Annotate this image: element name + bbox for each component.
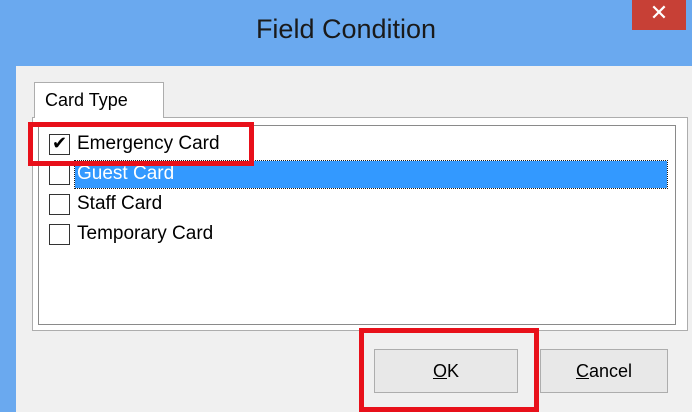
list-item-temporary-card[interactable]: Temporary Card: [39, 220, 675, 250]
annotation-box-emergency: [28, 122, 254, 166]
field-condition-dialog: Field Condition ✕ Card Type ✔ Emergency …: [0, 0, 692, 412]
dialog-body: Card Type ✔ Emergency Card Guest Card St…: [16, 66, 692, 412]
staff-card-checkbox[interactable]: [49, 194, 70, 215]
cancel-mnemonic: C: [575, 361, 589, 381]
list-item-staff-card[interactable]: Staff Card: [39, 190, 675, 220]
guest-card-checkbox[interactable]: [49, 164, 70, 185]
cancel-label-rest: ancel: [588, 361, 633, 381]
tab-card-type[interactable]: Card Type: [34, 82, 164, 118]
cancel-button[interactable]: Cancel: [540, 349, 668, 393]
title-bar[interactable]: Field Condition ✕: [0, 0, 692, 66]
list-item-label: Guest Card: [77, 163, 175, 184]
list-item-label: Staff Card: [77, 193, 163, 214]
annotation-box-ok: [359, 328, 539, 412]
window-title: Field Condition: [255, 14, 437, 44]
list-item-label: Temporary Card: [77, 223, 214, 244]
close-icon[interactable]: ✕: [632, 0, 686, 30]
temporary-card-checkbox[interactable]: [49, 224, 70, 245]
